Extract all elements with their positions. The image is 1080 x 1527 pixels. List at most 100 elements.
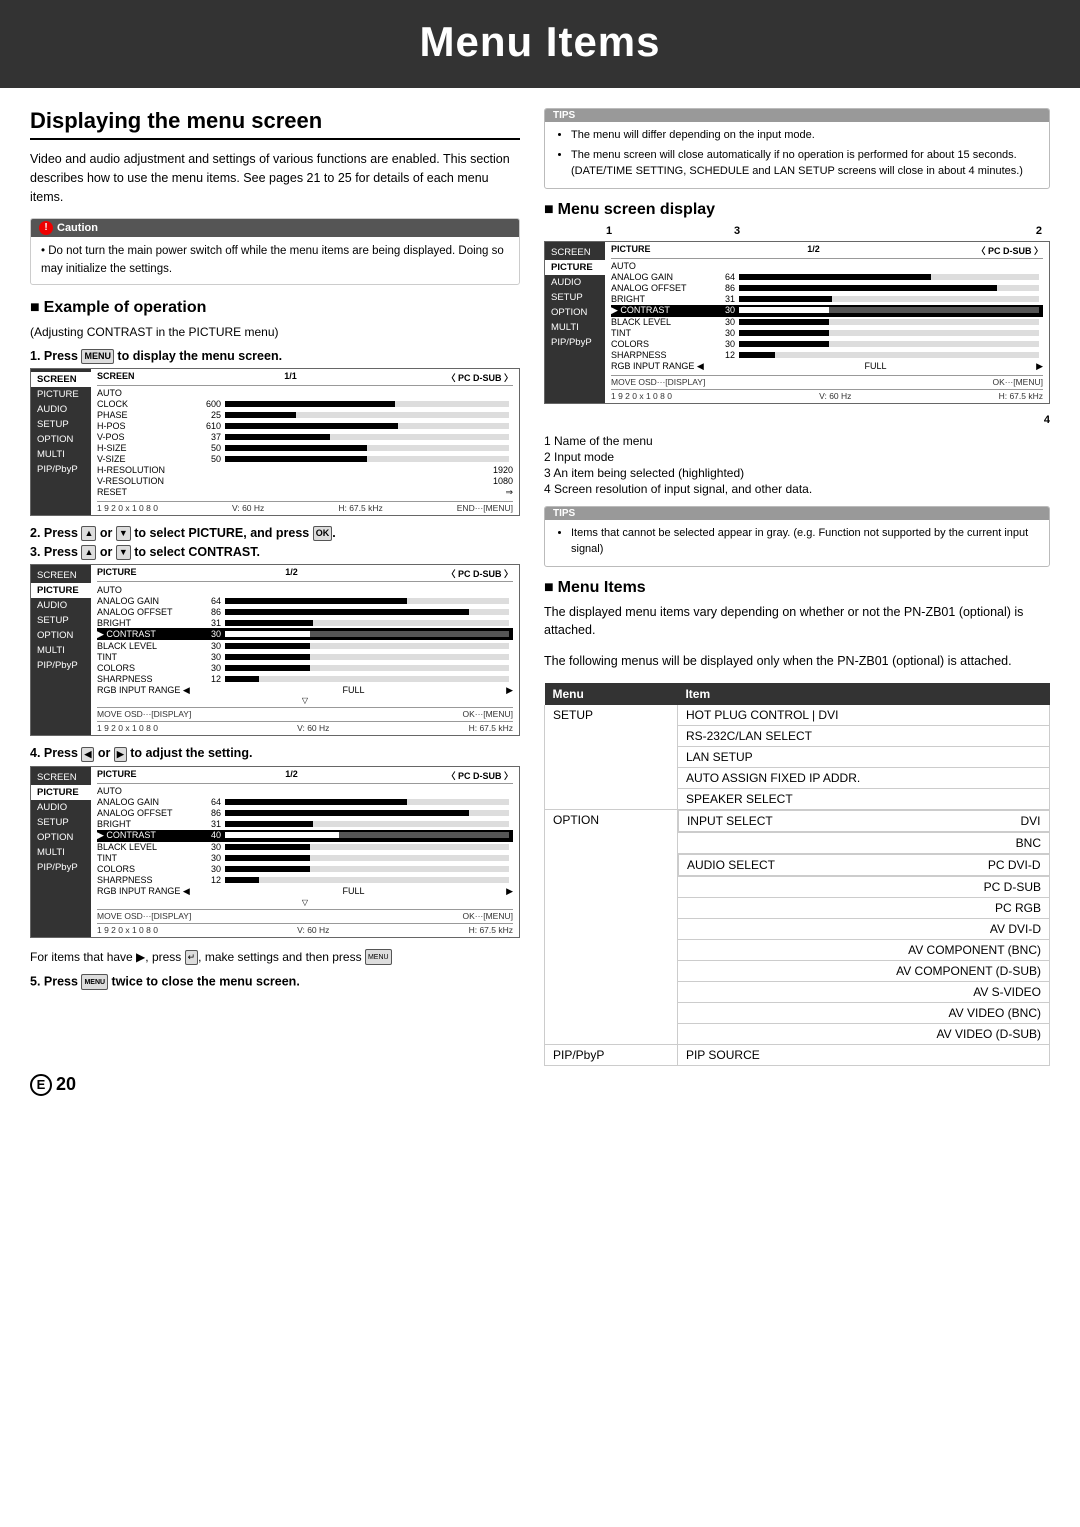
menu-row: V-SIZE50 xyxy=(97,454,513,465)
menu-footer-1: 1 9 2 0 x 1 0 8 0 V: 60 Hz H: 67.5 kHz E… xyxy=(97,501,513,513)
menu-row: COLORS30 xyxy=(97,864,513,875)
sidebar-setup2: SETUP xyxy=(31,613,91,628)
menu-title-bar-right: PICTURE 1/2 〈 PC D-SUB 〉 xyxy=(611,244,1043,259)
menu-row: H-RESOLUTION1920 xyxy=(97,465,513,476)
table-row-setup: SETUP HOT PLUG CONTROL | DVI xyxy=(545,705,1050,726)
sidebar-multi3: MULTI xyxy=(31,845,91,860)
caution-header: Caution xyxy=(31,219,519,237)
menu-items-intro2: The following menus will be displayed on… xyxy=(544,652,1050,671)
menu-row-selected: ▶ CONTRAST40 xyxy=(97,830,513,842)
menu-row: RGB INPUT RANGE ◀FULL▶ xyxy=(611,361,1043,373)
screen-labels: 1 3 2 xyxy=(544,225,1050,241)
caution-text: Do not turn the main power switch off wh… xyxy=(41,245,504,274)
menu-btn-final: MENU xyxy=(365,949,392,965)
step-2: 2. Press ▲ or ▼ to select PICTURE, and p… xyxy=(30,526,520,541)
menu-main-3: PICTURE 1/2 〈 PC D-SUB 〉 AUTO ANALOG GAI… xyxy=(91,767,519,937)
example-title: Example of operation xyxy=(30,299,520,317)
sidebar-pip2: PIP/PbyP xyxy=(31,658,91,673)
step-1: 1. Press MENU to display the menu screen… xyxy=(30,349,520,364)
item-bnc: BNC xyxy=(677,832,1049,853)
menu-footer-right-b: 1 9 2 0 x 1 0 8 0 V: 60 Hz H: 67.5 kHz xyxy=(611,389,1043,401)
menu-row: COLORS30 xyxy=(611,339,1043,350)
menu-row: H-SIZE50 xyxy=(97,443,513,454)
sidebar-option: OPTION xyxy=(31,432,91,447)
menu-pip: PIP/PbyP xyxy=(545,1044,678,1065)
example-subtitle: (Adjusting CONTRAST in the PICTURE menu) xyxy=(30,323,520,341)
table-row-pip: PIP/PbyP PIP SOURCE xyxy=(545,1044,1050,1065)
menu-title-bar-3: PICTURE 1/2 〈 PC D-SUB 〉 xyxy=(97,769,513,784)
final-note: For items that have ▶, press ↵, make set… xyxy=(30,948,520,966)
item-input-select: INPUT SELECTDVI xyxy=(678,810,1050,832)
menu-row: ANALOG OFFSET86 xyxy=(97,606,513,617)
sidebar-setup-r: SETUP xyxy=(545,290,605,305)
sidebar-screen-r: SCREEN xyxy=(545,245,605,260)
note-1: 1 Name of the menu xyxy=(544,434,1050,448)
step-5: 5. Press MENU twice to close the menu sc… xyxy=(30,974,520,990)
sidebar-pip: PIP/PbyP xyxy=(31,462,91,477)
menu-main-2: PICTURE 1/2 〈 PC D-SUB 〉 AUTO ANALOG GAI… xyxy=(91,565,519,735)
sidebar-pip3: PIP/PbyP xyxy=(31,860,91,875)
menu-row: SHARPNESS12 xyxy=(97,673,513,684)
section-title: Displaying the menu screen xyxy=(30,108,520,140)
menu-row: SHARPNESS12 xyxy=(611,350,1043,361)
menu-main-right: PICTURE 1/2 〈 PC D-SUB 〉 AUTO ANALOG GAI… xyxy=(605,242,1049,403)
notes-list: 1 Name of the menu 2 Input mode 3 An ite… xyxy=(544,434,1050,496)
tips-item-r: Items that cannot be selected appear in … xyxy=(571,525,1039,558)
sidebar-picture: PICTURE xyxy=(31,387,91,402)
item-av-comp-dsub: AV COMPONENT (D-SUB) xyxy=(677,960,1049,981)
sidebar-pip-r: PIP/PbyP xyxy=(545,335,605,350)
menu-row: AUTO xyxy=(97,786,513,797)
menu-row: ANALOG OFFSET86 xyxy=(97,808,513,819)
menu-row: TINT30 xyxy=(611,328,1043,339)
sidebar-audio: AUDIO xyxy=(31,402,91,417)
table-row-option: OPTION INPUT SELECTDVI xyxy=(545,809,1050,832)
item-speaker: SPEAKER SELECT xyxy=(677,788,1049,809)
menu-row: PHASE25 xyxy=(97,410,513,421)
item-hotplug: HOT PLUG CONTROL | DVI xyxy=(677,705,1049,726)
menu-row: H-POS610 xyxy=(97,421,513,432)
sidebar-3: SCREEN PICTURE AUDIO SETUP OPTION MULTI … xyxy=(31,767,91,937)
menu-row: V-RESOLUTION1080 xyxy=(97,476,513,487)
menu-main-1: SCREEN 1/1 〈 PC D-SUB 〉 AUTO CLOCK600 PH… xyxy=(91,369,519,515)
menu-row: BRIGHT31 xyxy=(611,294,1043,305)
sidebar-picture2: PICTURE xyxy=(31,583,91,598)
ok-btn-2: OK xyxy=(313,526,333,541)
down-btn-2: ▼ xyxy=(116,526,131,541)
screen-mockup-right: SCREEN PICTURE AUDIO SETUP OPTION MULTI … xyxy=(544,241,1050,404)
table-header-menu: Menu xyxy=(545,683,678,705)
menu-row: TINT30 xyxy=(97,651,513,662)
sidebar-multi2: MULTI xyxy=(31,643,91,658)
screen-mockup-2: SCREEN PICTURE AUDIO SETUP OPTION MULTI … xyxy=(30,564,520,736)
menu-row: BLACK LEVEL30 xyxy=(611,317,1043,328)
page-header: Menu Items xyxy=(0,0,1080,88)
label-2: 2 xyxy=(1036,225,1042,237)
item-lan: LAN SETUP xyxy=(677,746,1049,767)
menu-items-title: Menu Items xyxy=(544,579,1050,597)
menu-screen-display-title: Menu screen display xyxy=(544,201,1050,219)
item-av-svideo: AV S-VIDEO xyxy=(677,981,1049,1002)
menu-setup: SETUP xyxy=(545,705,678,810)
table-header-item: Item xyxy=(677,683,1049,705)
sidebar-screen3: SCREEN xyxy=(31,770,91,785)
tips-header-top: TIPS xyxy=(545,109,1049,122)
note-3: 3 An item being selected (highlighted) xyxy=(544,466,1050,480)
right-btn-4: ▶ xyxy=(114,747,127,762)
sidebar-option2: OPTION xyxy=(31,628,91,643)
menu-button-1: MENU xyxy=(81,349,114,364)
tips-item: The menu will differ depending on the in… xyxy=(571,127,1039,144)
menu-row: ANALOG OFFSET86 xyxy=(611,283,1043,294)
menu-row: BLACK LEVEL30 xyxy=(97,842,513,853)
item-av-video-bnc: AV VIDEO (BNC) xyxy=(677,1002,1049,1023)
sidebar-2: SCREEN PICTURE AUDIO SETUP OPTION MULTI … xyxy=(31,565,91,735)
note-4: 4 Screen resolution of input signal, and… xyxy=(544,482,1050,496)
label-3: 3 xyxy=(734,225,740,237)
tips-header-right: TIPS xyxy=(545,507,1049,520)
menu-footer-2b: 1 9 2 0 x 1 0 8 0 V: 60 Hz H: 67.5 kHz xyxy=(97,721,513,733)
menu-footer-3b: 1 9 2 0 x 1 0 8 0 V: 60 Hz H: 67.5 kHz xyxy=(97,923,513,935)
screen-mockup-3: SCREEN PICTURE AUDIO SETUP OPTION MULTI … xyxy=(30,766,520,938)
sidebar-picture-r: PICTURE xyxy=(545,260,605,275)
sidebar-audio2: AUDIO xyxy=(31,598,91,613)
item-pip-source: PIP SOURCE xyxy=(677,1044,1049,1065)
item-audio-select: AUDIO SELECTPC DVI-D xyxy=(678,854,1050,876)
page-title: Menu Items xyxy=(0,18,1080,66)
